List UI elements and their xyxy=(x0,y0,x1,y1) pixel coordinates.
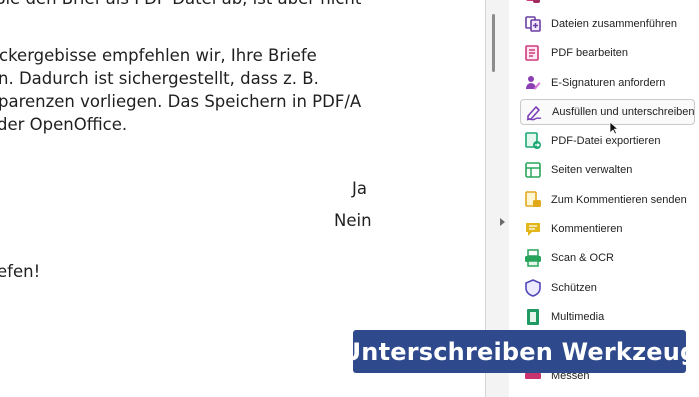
mouse-cursor-icon xyxy=(609,121,619,135)
tool-label: Zum Kommentieren senden xyxy=(551,194,687,206)
export-pdf-icon xyxy=(525,132,541,149)
document-text-line: der OpenOffice. xyxy=(0,115,128,134)
scan-ocr-icon xyxy=(525,249,541,267)
tool-export-pdf[interactable]: PDF-Datei exportieren xyxy=(520,128,695,154)
partial-tool-icon[interactable] xyxy=(524,0,542,4)
request-signatures-icon xyxy=(526,76,541,90)
tool-fill-and-sign[interactable]: Ausfüllen und unterschreiben xyxy=(520,99,695,125)
tool-combine-files[interactable]: Dateien zusammenführen xyxy=(520,11,695,37)
send-for-comments-icon xyxy=(525,191,541,207)
tool-label: Dateien zusammenführen xyxy=(551,18,677,30)
tool-label: PDF-Datei exportieren xyxy=(551,135,661,147)
multimedia-icon xyxy=(527,309,539,325)
protect-icon xyxy=(525,279,541,297)
tool-edit-pdf[interactable]: PDF bearbeiten xyxy=(520,40,695,66)
combine-files-icon xyxy=(525,16,541,32)
document-text-line: n. Dadurch ist sichergestellt, dass z. B… xyxy=(0,69,319,88)
tool-label: Schützen xyxy=(551,282,597,294)
tool-label: Seiten verwalten xyxy=(551,164,633,176)
tool-scan-ocr[interactable]: Scan & OCR xyxy=(520,245,695,271)
tool-label: Ausfüllen und unterschreiben xyxy=(552,106,695,118)
document-text-line: Sie den Brief als PDF-Datei ab, ist aber… xyxy=(0,0,361,8)
document-text-line: ckergebisse empfehlen wir, Ihre Briefe xyxy=(0,46,317,65)
organize-pages-icon xyxy=(525,162,541,178)
comment-icon xyxy=(526,223,540,236)
tool-label: E-Signaturen anfordern xyxy=(551,77,666,89)
tool-send-for-comments[interactable]: Zum Kommentieren senden xyxy=(520,187,695,213)
tool-label: Scan & OCR xyxy=(551,252,614,264)
tool-label: Multimedia xyxy=(551,311,605,323)
document-text-nein: Nein xyxy=(334,211,372,230)
collapse-panel-arrow-icon[interactable] xyxy=(500,218,505,226)
edit-pdf-icon xyxy=(525,45,539,61)
document-text-line: efen! xyxy=(0,262,41,281)
document-text-ja: Ja xyxy=(352,179,367,198)
fill-sign-icon xyxy=(526,106,542,121)
tool-request-signatures[interactable]: E-Signaturen anfordern xyxy=(520,70,695,96)
tool-label: Kommentieren xyxy=(551,223,623,235)
caption-text: Unterschreiben Werkzeug xyxy=(341,337,698,366)
document-text-line: parenzen vorliegen. Das Speichern in PDF… xyxy=(0,92,362,111)
tool-label: PDF bearbeiten xyxy=(551,47,629,59)
tool-comment[interactable]: Kommentieren xyxy=(520,216,695,242)
caption-banner: Unterschreiben Werkzeug xyxy=(342,330,697,373)
tool-protect[interactable]: Schützen xyxy=(520,275,695,301)
tool-multimedia[interactable]: Multimedia xyxy=(520,304,695,330)
tool-organize-pages[interactable]: Seiten verwalten xyxy=(520,157,695,183)
scrollbar-thumb[interactable] xyxy=(492,14,495,72)
